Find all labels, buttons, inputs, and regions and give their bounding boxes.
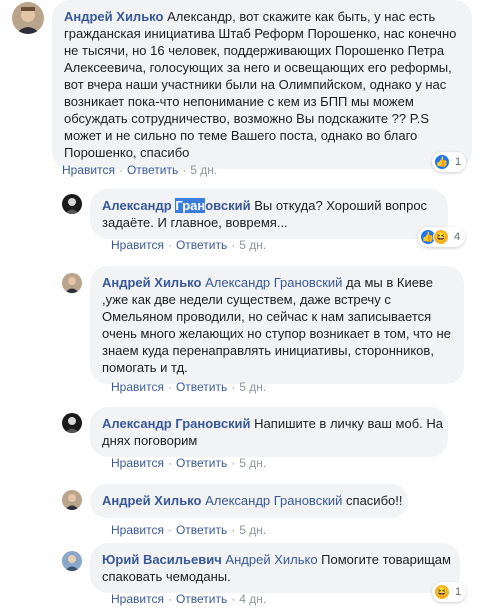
comment-text-line: обсуждать сотрудничество, возможно Вы по… (64, 111, 430, 126)
separator-dot: · (167, 380, 172, 394)
comment-text-line: помогать и тд. (102, 360, 188, 375)
comment-author[interactable]: Андрей Хилько (102, 493, 201, 508)
comment-timestamp[interactable]: 4 дн. (239, 592, 266, 606)
separator-dot: · (167, 523, 172, 537)
comment-timestamp[interactable]: 5 дн. (239, 456, 266, 470)
reply-button[interactable]: Ответить (176, 592, 227, 606)
avatar[interactable] (62, 490, 82, 510)
reaction-summary[interactable]: 😆 1 (432, 582, 467, 602)
mention-link[interactable]: Александр Грановский (205, 493, 342, 508)
comment-text-line: Андрей Хилько Александр, вот скажите как… (64, 8, 460, 25)
separator-dot: · (231, 592, 236, 606)
like-button[interactable]: Нравится (111, 456, 164, 470)
comment-text: да мы в Киеве (346, 275, 433, 290)
reaction-summary[interactable]: 👍 1 (432, 152, 467, 172)
like-button[interactable]: Нравится (62, 163, 115, 177)
comment-text: спасибо!! (346, 493, 403, 508)
haha-icon: 😆 (433, 229, 449, 245)
comment-timestamp[interactable]: 5 дн. (239, 523, 266, 537)
comment-text-line: знаем куда перенаправлять инициативы, ст… (102, 343, 434, 358)
comment-text-line: задаёте. И главное, вовремя... (102, 215, 288, 230)
comment-actions: Нравится · Ответить · 5 дн. (111, 380, 266, 394)
comment-text-line: ,уже как две недели существем, даже встр… (102, 292, 391, 307)
comment-timestamp[interactable]: 5 дн. (239, 238, 266, 252)
comment-bubble: Юрий Васильевич Андрей Хилько Помогите т… (90, 543, 460, 593)
reply-button[interactable]: Ответить (176, 238, 227, 252)
avatar[interactable] (62, 413, 82, 433)
reply-button[interactable]: Ответить (176, 523, 227, 537)
like-button[interactable]: Нравится (111, 380, 164, 394)
comment-text-line: Порошенко, спасибо (64, 145, 190, 160)
comment-text-line: днях поговорим (102, 433, 198, 448)
comment-bubble: Александр Грановский Вы откуда? Хороший … (90, 189, 448, 239)
comment-author[interactable]: Юрий Васильевич (102, 552, 222, 567)
separator-dot: · (231, 380, 236, 394)
comment-text: Александр, вот скажите как быть, у нас е… (167, 9, 436, 24)
comment-text: Напишите в личку ваш моб. На (254, 416, 444, 431)
reaction-count: 1 (455, 156, 462, 168)
comment-actions: Нравится · Ответить · 5 дн. (111, 523, 266, 537)
separator-dot: · (182, 163, 187, 177)
reply-button[interactable]: Ответить (176, 380, 227, 394)
comment-text-line: может и не сильно по теме Вашего поста, … (64, 128, 418, 143)
comment-text-line: Александр Грановский Вы откуда? Хороший … (102, 197, 436, 214)
comment-author[interactable]: Александр Грановский (102, 416, 251, 431)
comment-bubble: Андрей Хилько Александр Грановский да мы… (90, 266, 464, 384)
comment-text: Вы откуда? Хороший вопрос (254, 198, 428, 213)
comment-text-line: очень много желающих но ступор возникает… (102, 326, 451, 341)
avatar[interactable] (62, 194, 82, 214)
avatar[interactable] (12, 2, 44, 34)
comment-text-line: Юрий Васильевич Андрей Хилько Помогите т… (102, 551, 451, 568)
reaction-count: 4 (454, 231, 461, 243)
separator-dot: · (118, 163, 123, 177)
mention-link[interactable]: Андрей Хилько (225, 552, 317, 567)
like-icon: 👍 (434, 154, 450, 170)
comment-actions: Нравится · Ответить · 5 дн. (111, 238, 266, 252)
avatar[interactable] (62, 273, 82, 293)
separator-dot: · (167, 592, 172, 606)
comment-text-line: Андрей Хилько Александр Грановский спаси… (102, 492, 402, 509)
comment-actions: Нравится · Ответить · 5 дн. (111, 456, 266, 470)
like-button[interactable]: Нравится (111, 238, 164, 252)
comment-timestamp[interactable]: 5 дн. (239, 380, 266, 394)
comment-text-line: возникает пока-что непонимание с кем из … (64, 94, 414, 109)
separator-dot: · (231, 238, 236, 252)
text-selection-highlight: Гран (175, 198, 206, 213)
separator-dot: · (231, 456, 236, 470)
reply-button[interactable]: Ответить (127, 163, 178, 177)
avatar[interactable] (62, 551, 82, 571)
comment-timestamp[interactable]: 5 дн. (190, 163, 217, 177)
reaction-count: 1 (455, 586, 462, 598)
comment-text-line: вот вчера наши участники были на Олимпий… (64, 77, 447, 92)
comment-actions: Нравится · Ответить · 4 дн. (111, 592, 266, 606)
comment-author[interactable]: Андрей Хилько (102, 275, 201, 290)
comment-author[interactable]: Александр Грановский (102, 198, 251, 213)
separator-dot: · (231, 523, 236, 537)
comment-author[interactable]: Андрей Хилько (64, 9, 163, 24)
mention-link[interactable]: Александр Грановский (205, 275, 342, 290)
like-button[interactable]: Нравится (111, 592, 164, 606)
author-name-part: Александр (102, 198, 176, 213)
comment-text-line: Александр Грановский Напишите в личку ва… (102, 415, 443, 432)
reaction-summary[interactable]: 👍 😆 4 (418, 227, 466, 247)
separator-dot: · (167, 238, 172, 252)
separator-dot: · (167, 456, 172, 470)
like-button[interactable]: Нравится (111, 523, 164, 537)
comment-text-line: Омельяном проводили, но сейчас к нам зап… (102, 309, 432, 324)
comment-text-line: не тысячи, но 16 человек, поддерживающих… (64, 43, 445, 58)
comment-text-line: Алексеевича, голосующих за него и освеща… (64, 60, 452, 75)
haha-icon: 😆 (434, 584, 450, 600)
comment-bubble: Андрей Хилько Александр, вот скажите как… (52, 0, 472, 169)
comment-text-line: спаковать чемоданы. (102, 569, 231, 584)
comment-text: Помогите товарищам (321, 552, 451, 567)
comment-text-line: гражданская инициатива Штаб Реформ Порош… (64, 26, 457, 41)
comment-bubble: Александр Грановский Напишите в личку ва… (90, 407, 448, 457)
author-name-part: овский (205, 198, 251, 213)
reply-button[interactable]: Ответить (176, 456, 227, 470)
comment-bubble: Андрей Хилько Александр Грановский спаси… (90, 484, 408, 518)
comment-text-line: Андрей Хилько Александр Грановский да мы… (102, 274, 452, 291)
comment-actions: Нравится · Ответить · 5 дн. (62, 163, 217, 177)
